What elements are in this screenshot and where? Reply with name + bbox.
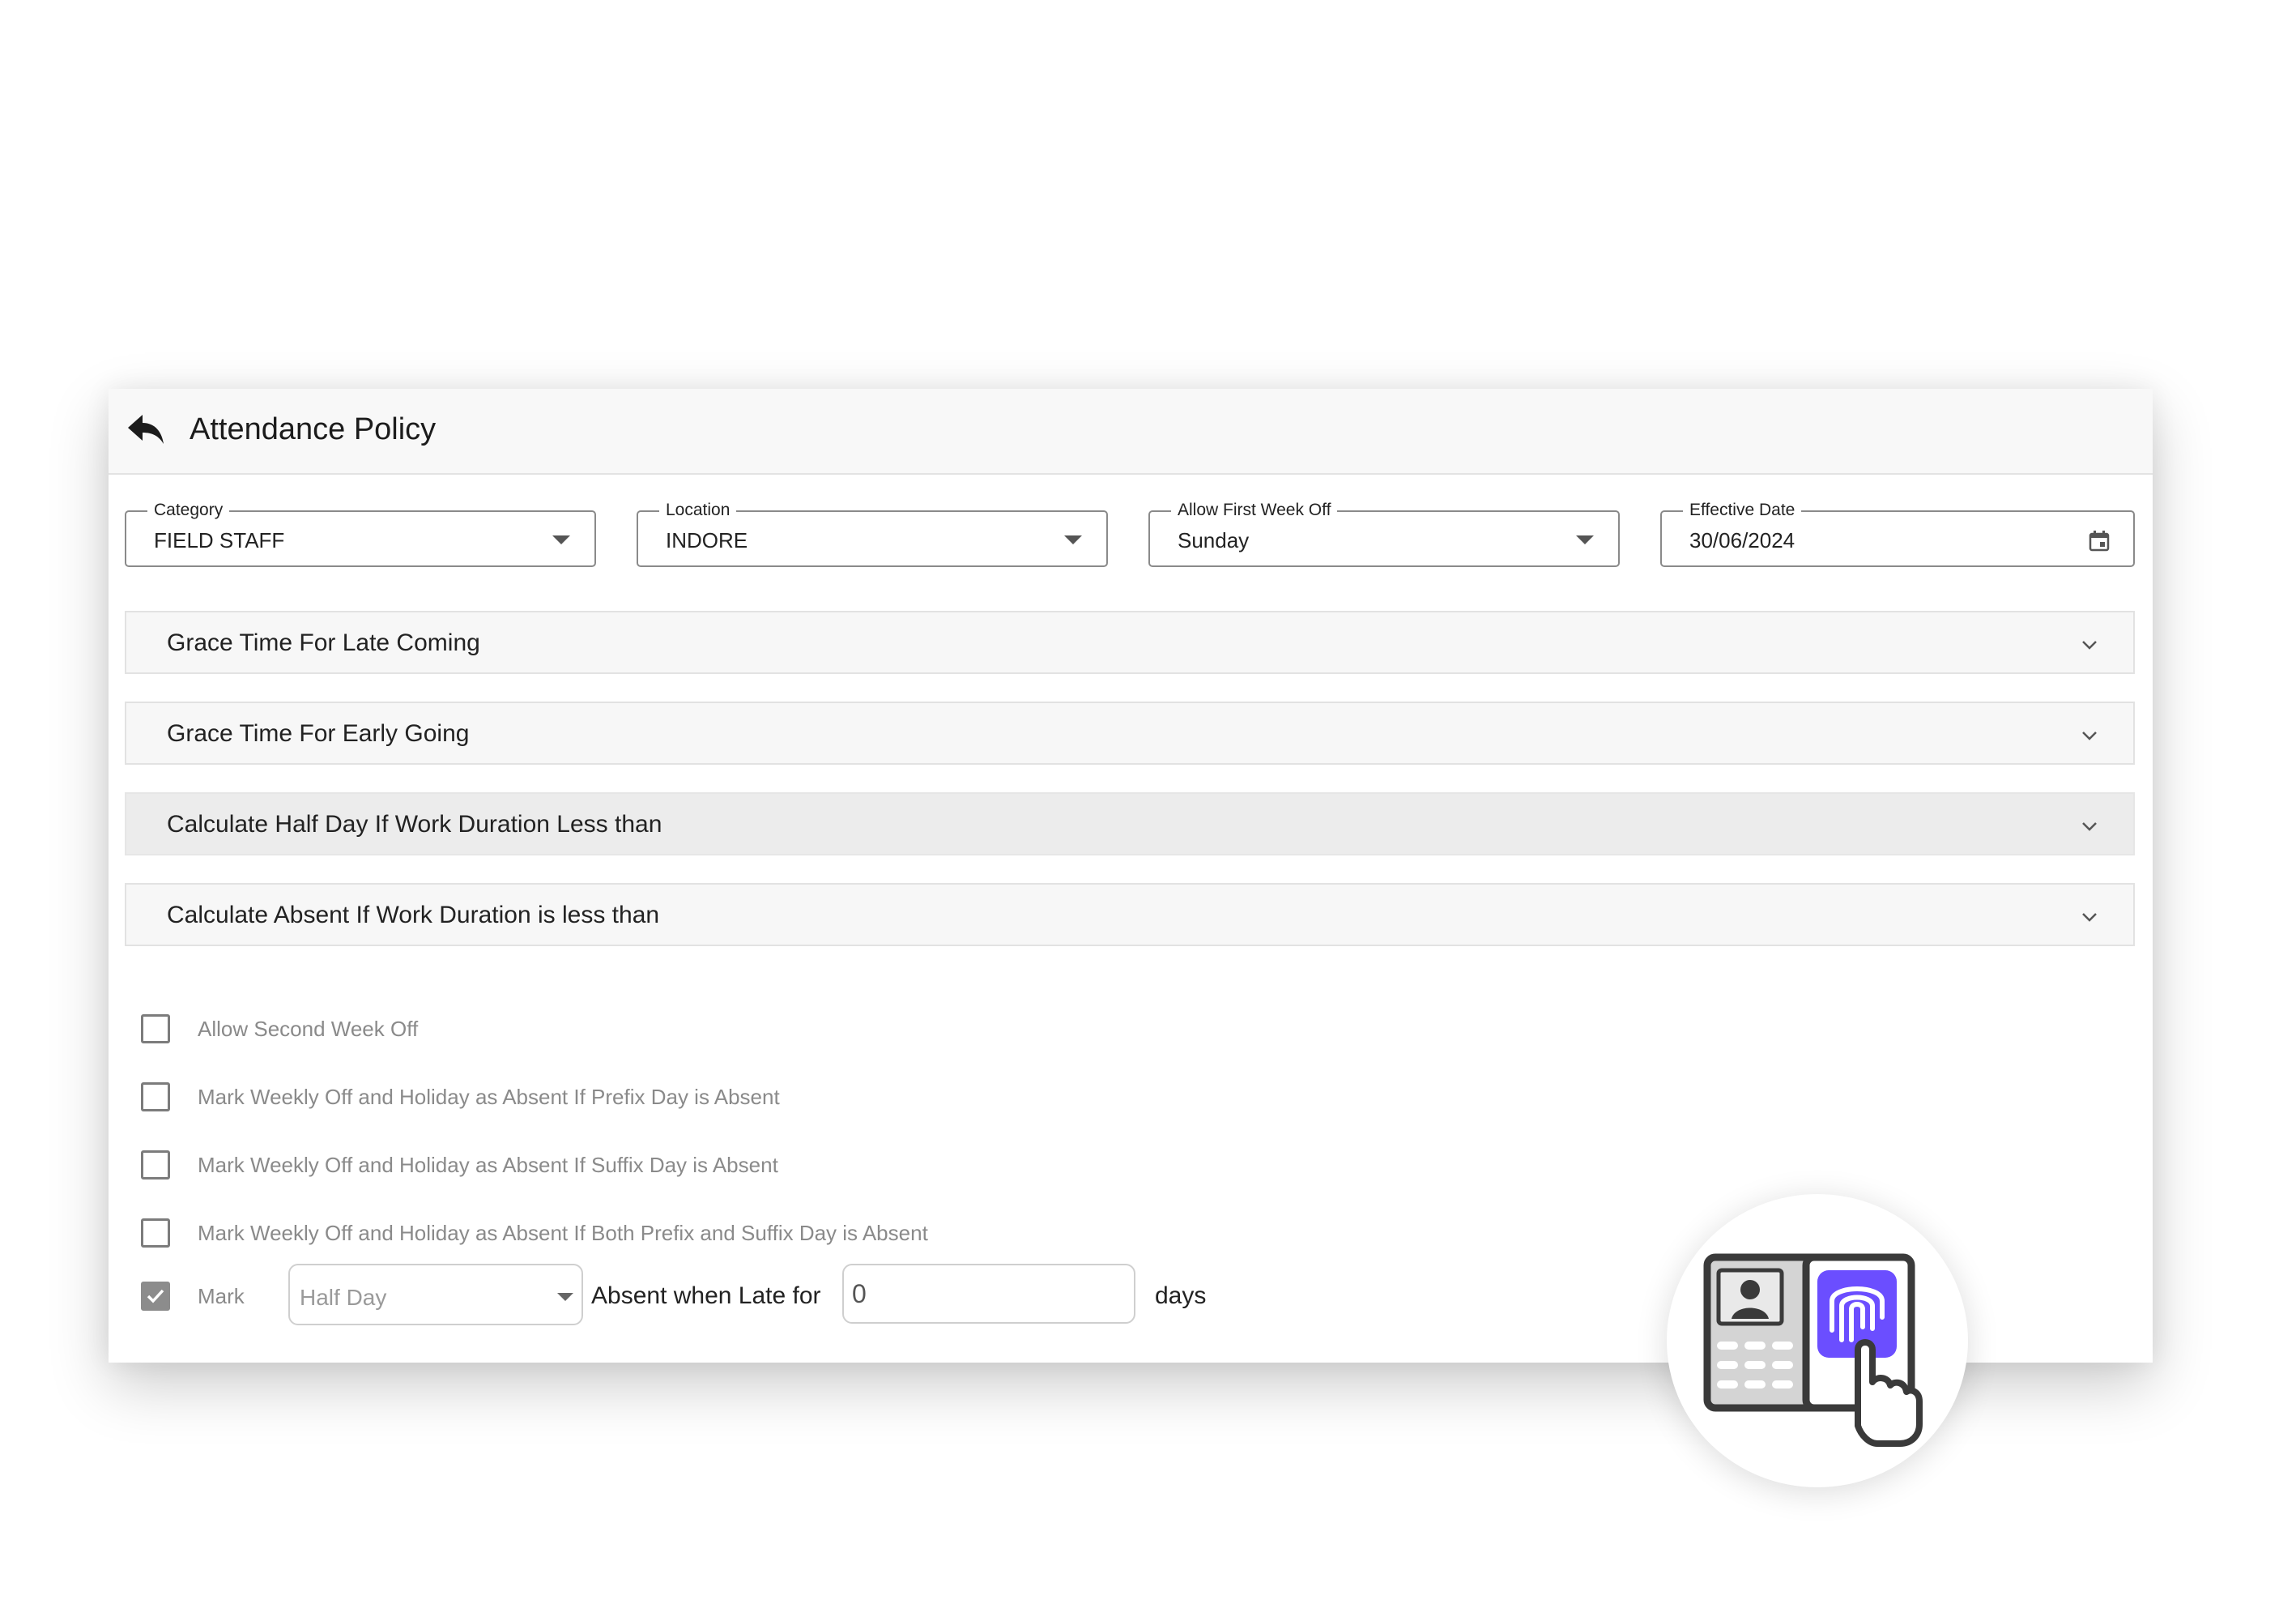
late-days-input[interactable] [842, 1264, 1135, 1324]
week-off-value: Sunday [1178, 528, 1250, 552]
category-select[interactable]: Category FIELD STAFF [125, 500, 596, 567]
option-label: Mark Weekly Off and Holiday as Absent If… [198, 1153, 778, 1177]
section-half-day[interactable]: Calculate Half Day If Work Duration Less… [125, 792, 2135, 855]
checkmark-icon [147, 1289, 164, 1303]
chevron-down-icon [2082, 641, 2097, 650]
chevron-down-icon [2082, 913, 2097, 922]
late-rule-prefix: Mark [198, 1284, 245, 1308]
checkbox[interactable] [141, 1150, 170, 1179]
section-title: Grace Time For Late Coming [167, 629, 480, 656]
checkbox[interactable] [141, 1014, 170, 1043]
section-late-coming[interactable]: Grace Time For Late Coming [125, 611, 2135, 674]
effective-date-field[interactable]: Effective Date 30/06/2024 [1660, 500, 2135, 567]
biometric-badge [1667, 1194, 1968, 1487]
option-label: Mark Weekly Off and Holiday as Absent If… [198, 1221, 928, 1245]
page-title: Attendance Policy [190, 412, 437, 446]
biometric-fingerprint-device-icon [1703, 1253, 1923, 1447]
late-rule-suffix: days [1155, 1282, 1207, 1309]
week-off-select[interactable]: Allow First Week Off Sunday [1148, 500, 1620, 567]
late-rule-checkbox[interactable] [141, 1282, 170, 1311]
category-label: Category [147, 500, 230, 521]
section-title: Calculate Half Day If Work Duration Less… [167, 811, 662, 838]
location-label: Location [659, 500, 737, 521]
dropdown-arrow-icon [1064, 535, 1082, 544]
section-absent[interactable]: Calculate Absent If Work Duration is les… [125, 883, 2135, 946]
section-title: Grace Time For Early Going [167, 720, 470, 747]
week-off-label: Allow First Week Off [1171, 500, 1338, 521]
effective-date-label: Effective Date [1683, 500, 1802, 521]
chevron-down-icon [2082, 822, 2097, 831]
late-rule-middle: Absent when Late for [591, 1282, 821, 1309]
section-title: Calculate Absent If Work Duration is les… [167, 902, 660, 928]
checkbox[interactable] [141, 1218, 170, 1248]
location-select[interactable]: Location INDORE [637, 500, 1108, 567]
back-arrow-icon[interactable] [126, 412, 165, 447]
location-value: INDORE [666, 528, 748, 552]
late-rule-row: Mark Half Day Absent when Late for days [141, 1264, 1275, 1329]
section-early-going[interactable]: Grace Time For Early Going [125, 702, 2135, 765]
effective-date-value: 30/06/2024 [1689, 528, 1795, 552]
calendar-icon[interactable] [2088, 530, 2111, 552]
dropdown-arrow-icon [557, 1293, 573, 1301]
checkbox[interactable] [141, 1082, 170, 1111]
option-label: Mark Weekly Off and Holiday as Absent If… [198, 1085, 780, 1109]
dropdown-arrow-icon [1576, 535, 1594, 544]
mark-type-select[interactable]: Half Day [288, 1264, 583, 1325]
option-label: Allow Second Week Off [198, 1017, 419, 1041]
dropdown-arrow-icon [552, 535, 570, 544]
mark-type-value: Half Day [300, 1285, 387, 1310]
category-value: FIELD STAFF [154, 528, 285, 552]
chevron-down-icon [2082, 732, 2097, 740]
page-header: Attendance Policy [109, 389, 2153, 475]
